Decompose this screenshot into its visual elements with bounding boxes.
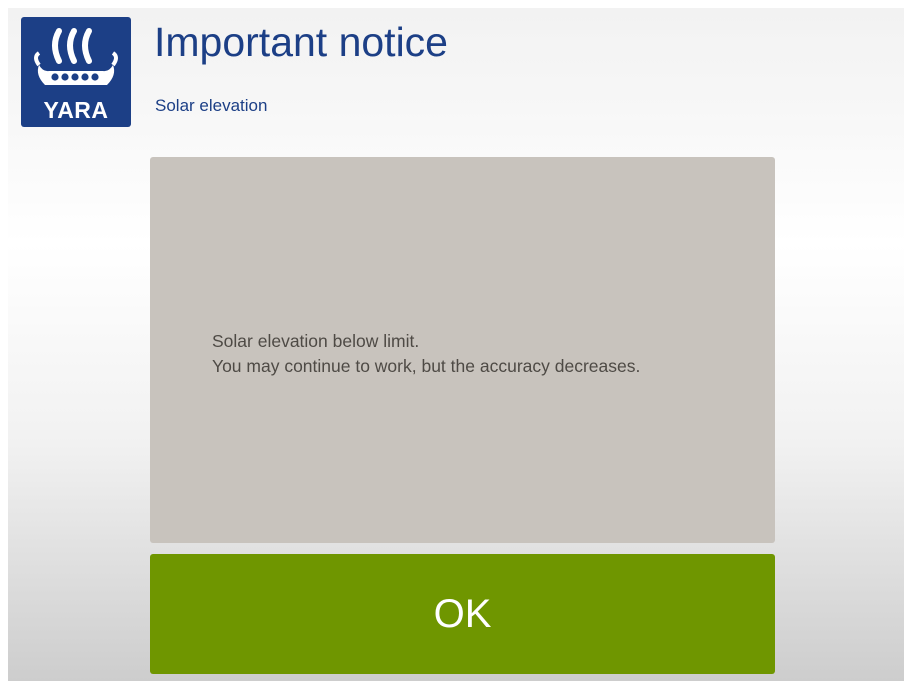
notice-message: Solar elevation below limit. You may con… [212,329,640,379]
page-subtitle: Solar elevation [155,96,268,115]
message-line-2: You may continue to work, but the accura… [212,356,641,376]
viking-ship-icon [34,28,118,85]
page-title: Important notice [154,19,448,65]
ok-button[interactable]: OK [150,554,775,674]
message-panel: Solar elevation below limit. You may con… [150,157,775,543]
notice-screen: YARA Important notice Solar elevation So… [8,8,904,681]
logo-text: YARA [43,97,109,123]
message-line-1: Solar elevation below limit. [212,331,420,351]
yara-logo: YARA [21,17,131,127]
